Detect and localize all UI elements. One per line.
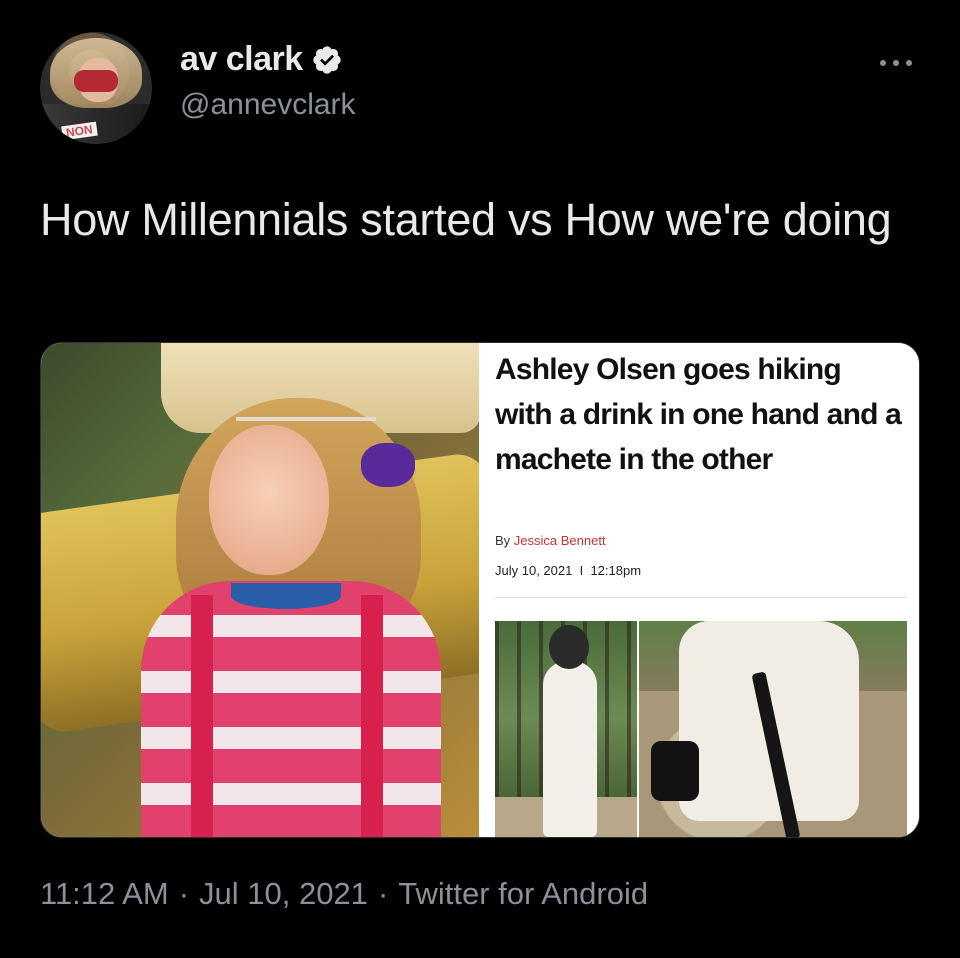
article-date: July 10, 2021 <box>495 563 573 578</box>
photo-person <box>543 661 597 837</box>
avatar-hand <box>74 70 118 92</box>
user-handle[interactable]: @annevclark <box>180 88 356 122</box>
photo-child-face <box>209 425 329 575</box>
photo-overall-strap-right <box>361 595 383 837</box>
avatar-jacket <box>40 104 152 144</box>
hiking-photo-closeup <box>639 621 907 837</box>
article-date-separator: I <box>579 563 584 578</box>
photo-overall-strap-left <box>191 595 213 837</box>
tweet-source[interactable]: Twitter for Android <box>398 876 648 912</box>
avatar[interactable]: NON <box>40 32 152 144</box>
photo-boot <box>651 741 699 801</box>
metadata-separator: · <box>178 876 190 911</box>
photo-shirt-collar <box>231 583 341 609</box>
display-name[interactable]: av clark <box>180 40 303 79</box>
tweet-media[interactable]: Ashley Olsen goes hiking with a drink in… <box>40 342 920 838</box>
article-divider <box>495 597 907 598</box>
photo-hair-bow <box>361 443 415 487</box>
article-byline: By Jessica Bennett <box>495 533 606 548</box>
tweet-time[interactable]: 11:12 AM <box>40 876 169 912</box>
article-dateline: July 10, 2021 I 12:18pm <box>495 563 641 578</box>
byline-prefix: By <box>495 533 511 548</box>
girl-with-tiara-photo[interactable] <box>41 343 479 837</box>
photo-striped-shirt <box>141 581 441 837</box>
tweet-date[interactable]: Jul 10, 2021 <box>199 876 368 912</box>
tweet: NON av clark @annevclark How Millennials… <box>0 0 960 958</box>
photo-tiara <box>236 381 376 421</box>
article-author: Jessica Bennett <box>513 533 606 548</box>
metadata-separator: · <box>377 876 389 911</box>
author-name-row: av clark <box>180 40 343 79</box>
article-headline: Ashley Olsen goes hiking with a drink in… <box>495 353 902 476</box>
article-screenshot[interactable]: Ashley Olsen goes hiking with a drink in… <box>483 343 919 837</box>
article-time: 12:18pm <box>590 563 642 578</box>
photo-person-head <box>549 625 589 669</box>
verified-badge-icon <box>313 45 341 74</box>
tweet-metadata: 11:12 AM · Jul 10, 2021 · Twitter for An… <box>40 876 648 912</box>
more-options-icon[interactable] <box>876 58 916 68</box>
hiking-photo-full <box>495 621 637 837</box>
tweet-text: How Millennials started vs How we're doi… <box>40 194 892 245</box>
